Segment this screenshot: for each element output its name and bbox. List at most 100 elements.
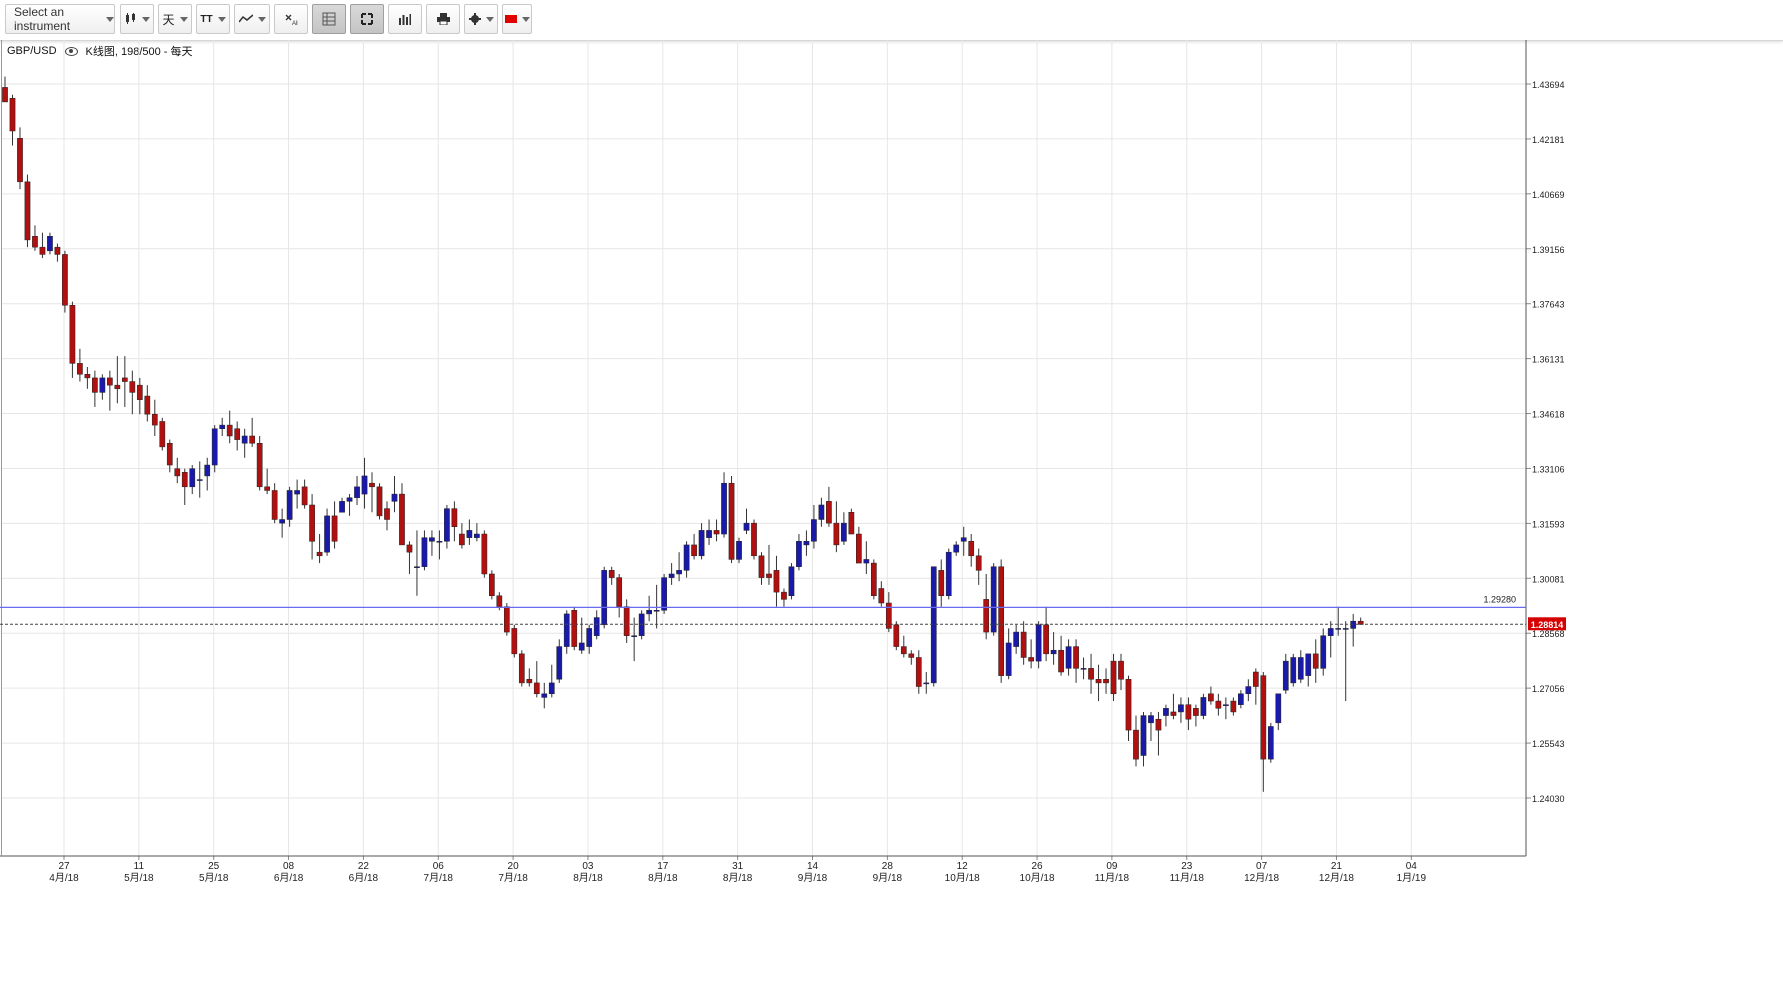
- candle-body: [309, 504, 315, 542]
- language-button[interactable]: [502, 4, 532, 34]
- candle-body: [758, 555, 765, 578]
- candle-body: [848, 511, 855, 535]
- candle-body: [294, 490, 300, 495]
- period-label: 天: [162, 12, 175, 27]
- candle-body: [107, 377, 113, 386]
- candle-body: [136, 384, 143, 400]
- volume-bars-icon: [399, 14, 411, 25]
- candle-body: [32, 236, 38, 248]
- candle-body: [459, 533, 465, 546]
- candle-body: [856, 533, 862, 564]
- candle-body: [181, 472, 188, 488]
- candle-body: [1267, 726, 1274, 760]
- candle-body: [159, 421, 166, 448]
- candle-body: [1193, 708, 1199, 716]
- x-tick-month: 6月/18: [274, 872, 304, 884]
- candle-body: [339, 501, 345, 513]
- x-tick-month: 10月/18: [945, 872, 980, 884]
- candle-body: [324, 515, 330, 553]
- x-tick-day: 08: [283, 861, 295, 872]
- candlestick-icon: [125, 13, 135, 24]
- x-tick-day: 12: [957, 861, 969, 872]
- candlestick-chart[interactable]: 1.43694 1.42181 1.40669 1.39156 1.37643 1.361…: [0, 40, 1783, 1002]
- volume-button[interactable]: [388, 4, 422, 34]
- chevron-down-icon: [141, 16, 150, 22]
- x-tick-day: 04: [1406, 861, 1418, 872]
- candle-body: [361, 475, 368, 495]
- candle-body: [863, 559, 870, 564]
- candle-body: [601, 570, 608, 626]
- candle-body: [436, 541, 443, 543]
- candle-body: [1342, 628, 1349, 630]
- clear-drawings-icon: All: [285, 14, 298, 25]
- grid-toggle-button[interactable]: [312, 4, 346, 34]
- x-tick-month: 8月/18: [573, 872, 603, 884]
- instrument-select-label: Select an instrument: [14, 5, 71, 33]
- candle-body: [1118, 660, 1124, 680]
- candle-body: [144, 395, 151, 415]
- chart-type-button[interactable]: [120, 4, 154, 34]
- candle-body: [481, 533, 488, 575]
- print-button[interactable]: [426, 4, 460, 34]
- candle-body: [204, 464, 211, 477]
- candle-body: [114, 384, 121, 390]
- candle-body: [1290, 657, 1297, 684]
- candle-body: [608, 570, 615, 578]
- instrument-select[interactable]: Select an instrument: [5, 4, 115, 34]
- candle-body: [1028, 657, 1034, 662]
- x-tick-month: 5月/18: [199, 872, 229, 884]
- settings-button[interactable]: [464, 4, 498, 34]
- candle-body: [631, 635, 638, 637]
- candle-body: [369, 482, 375, 488]
- candle-body: [1297, 657, 1304, 680]
- candle-body: [54, 246, 61, 255]
- y-tick-label: 1.28568: [1532, 629, 1565, 639]
- candle-body: [1170, 711, 1177, 716]
- candle-body: [563, 613, 570, 647]
- candle-body: [256, 443, 263, 488]
- chevron-down-icon: [106, 16, 114, 22]
- candle-body: [1215, 700, 1222, 709]
- candle-body: [384, 508, 390, 520]
- candle-body: [286, 490, 293, 520]
- text-tool-label: TT: [200, 13, 213, 25]
- x-tick-month: 5月/18: [124, 872, 154, 884]
- candle-body: [1043, 624, 1049, 655]
- indicators-button[interactable]: [234, 4, 270, 34]
- candle-body: [511, 628, 518, 655]
- clear-drawings-button[interactable]: All: [274, 4, 308, 34]
- candle-body: [826, 501, 832, 524]
- candle-body: [1245, 686, 1252, 695]
- candle-body: [301, 486, 308, 506]
- y-tick-label: 1.24030: [1532, 794, 1565, 804]
- fullscreen-button[interactable]: [350, 4, 384, 34]
- candle-body: [676, 570, 682, 575]
- candle-body: [69, 305, 76, 364]
- candle-body: [1103, 679, 1109, 684]
- period-button[interactable]: 天: [158, 4, 192, 34]
- y-tick-label: 1.27056: [1532, 684, 1565, 694]
- candle-body: [331, 515, 338, 542]
- candle-body: [796, 541, 802, 567]
- candle-body: [938, 570, 945, 597]
- x-tick-day: 21: [1331, 861, 1343, 872]
- candle-body: [975, 555, 982, 571]
- chevron-down-icon: [179, 16, 188, 22]
- candle-body: [489, 573, 495, 597]
- chevron-down-icon: [521, 16, 530, 22]
- x-tick-day: 03: [582, 861, 594, 872]
- text-tool-button[interactable]: TT: [196, 4, 230, 34]
- candle-body: [556, 646, 563, 680]
- y-tick-label: 1.37643: [1532, 300, 1565, 310]
- candle-body: [983, 599, 990, 633]
- candle-body: [1140, 715, 1147, 756]
- candle-body: [698, 530, 705, 557]
- x-tick-day: 22: [358, 861, 370, 872]
- candle-body: [354, 486, 360, 498]
- x-tick-month: 4月/18: [49, 872, 79, 884]
- candle-body: [1327, 628, 1334, 636]
- settings-icon: [468, 13, 481, 25]
- candle-body: [1230, 700, 1237, 713]
- chevron-down-icon: [217, 16, 226, 22]
- candle-body: [571, 610, 578, 647]
